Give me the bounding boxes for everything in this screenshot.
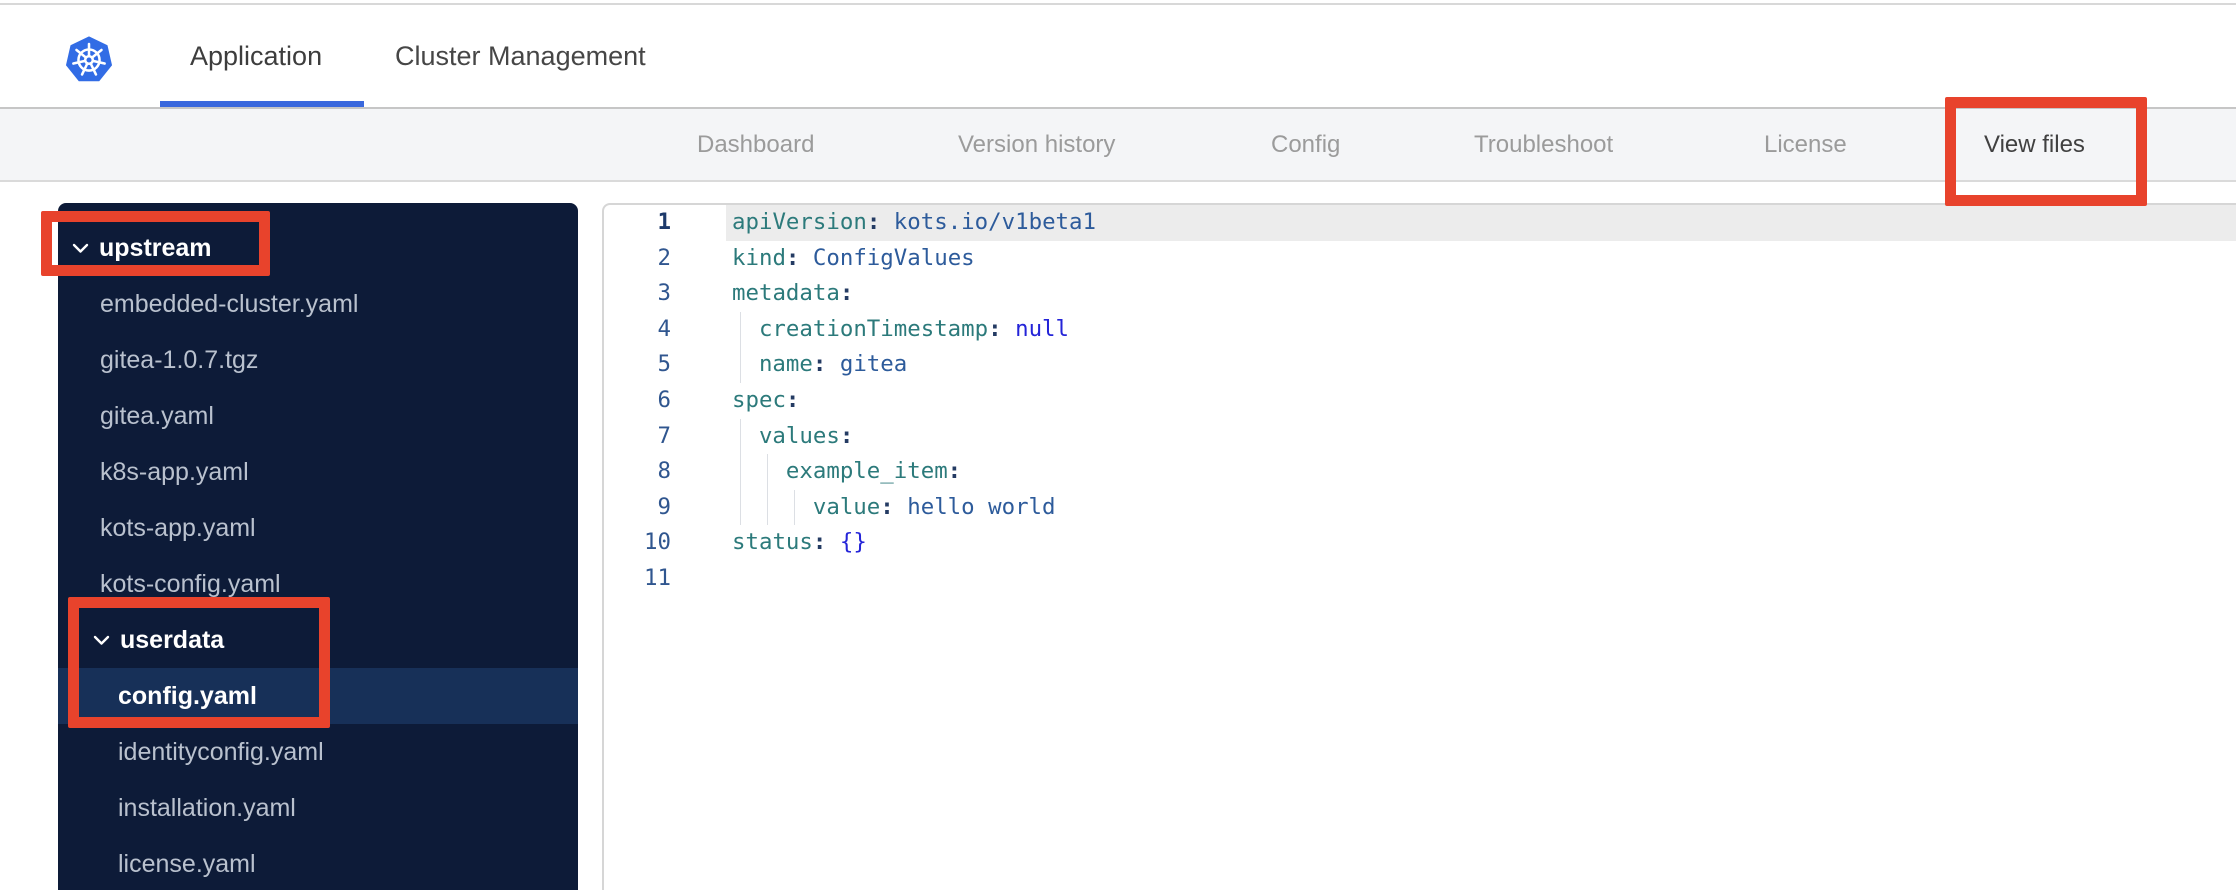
file-tree-item-embedded-cluster-yaml[interactable]: embedded-cluster.yaml	[58, 276, 578, 332]
file-tree-item-kots-config-yaml[interactable]: kots-config.yaml	[58, 556, 578, 612]
line-content: value: hello world	[726, 489, 2236, 526]
tab-troubleshoot[interactable]: Troubleshoot	[1474, 109, 1613, 180]
file-label: k8s-app.yaml	[100, 457, 249, 486]
line-number: 10	[644, 529, 671, 556]
file-label: embedded-cluster.yaml	[100, 289, 359, 318]
line-content: metadata:	[732, 280, 854, 307]
active-topbar-tab-underline	[160, 101, 364, 107]
tab-license[interactable]: License	[1764, 109, 1847, 180]
file-tree-item-installation-yaml[interactable]: installation.yaml	[58, 780, 578, 836]
file-label: kots-app.yaml	[100, 513, 256, 542]
file-tree-folder-userdata[interactable]: userdata	[58, 612, 578, 668]
file-tree-folder-upstream[interactable]: upstream	[58, 220, 578, 276]
line-number: 9	[657, 493, 671, 520]
file-label: gitea.yaml	[100, 401, 214, 430]
line-number: 5	[657, 351, 671, 378]
indent-guide	[759, 454, 786, 490]
indent-guide	[732, 311, 759, 348]
indent-guide	[732, 454, 759, 490]
line-content: status: {}	[732, 529, 867, 556]
folder-label: upstream	[99, 233, 212, 262]
line-content: creationTimestamp: null	[726, 311, 2236, 348]
file-tree-item-gitea-yaml[interactable]: gitea.yaml	[58, 388, 578, 444]
line-content	[726, 561, 2236, 597]
topbar-tab-application[interactable]: Application	[190, 5, 322, 107]
code-line-6: 6 spec:	[604, 383, 2236, 419]
file-label: config.yaml	[118, 681, 257, 710]
file-tree-item-gitea-1-0-7-tgz[interactable]: gitea-1.0.7.tgz	[58, 332, 578, 388]
tab-view-files[interactable]: View files	[1984, 109, 2085, 180]
code-line-3: 3 metadata:	[604, 276, 2236, 312]
tab-version-history[interactable]: Version history	[958, 109, 1115, 180]
indent-guide	[732, 347, 759, 383]
file-tree-sidebar[interactable]: upstream embedded-cluster.yaml gitea-1.0.7…	[58, 203, 578, 890]
line-number: 2	[657, 244, 671, 271]
topbar-tab-cluster-management[interactable]: Cluster Management	[395, 5, 646, 107]
code-line-10: 10 status: {}	[604, 525, 2236, 561]
code-line-4: 4 creationTimestamp: null	[604, 311, 2236, 348]
file-tree-item-license-yaml[interactable]: license.yaml	[58, 836, 578, 890]
line-number: 4	[657, 315, 671, 342]
file-tree-item-k8s-app-yaml[interactable]: k8s-app.yaml	[58, 444, 578, 500]
yaml-file-viewer[interactable]: 1 apiVersion: kots.io/v1beta1 2 kind: Confi…	[602, 203, 2236, 890]
code-line-9: 9 value: hello world	[604, 489, 2236, 526]
file-tree-item-identityconfig-yaml[interactable]: identityconfig.yaml	[58, 724, 578, 780]
tab-config[interactable]: Config	[1271, 109, 1340, 180]
file-label: kots-config.yaml	[100, 569, 281, 598]
app-nav-bar: Dashboard Version history Config Troublesho…	[0, 109, 2236, 292]
line-number: 8	[657, 458, 671, 485]
line-number: 6	[657, 386, 671, 413]
file-label: identityconfig.yaml	[118, 737, 324, 766]
line-number: 7	[657, 422, 671, 449]
file-label: installation.yaml	[118, 793, 296, 822]
file-label: license.yaml	[118, 849, 256, 878]
code-line-7: 7 values:	[604, 418, 2236, 455]
file-label: gitea-1.0.7.tgz	[100, 345, 259, 374]
code-line-2: 2 kind: ConfigValues	[604, 241, 2236, 277]
line-number: 1	[657, 209, 671, 235]
chevron-down-icon	[93, 635, 110, 645]
indent-guide	[759, 489, 786, 526]
line-content: example_item:	[726, 454, 2236, 490]
line-content: kind: ConfigValues	[732, 244, 975, 271]
line-number: 3	[657, 280, 671, 307]
line-content: spec:	[732, 386, 800, 413]
code-line-8: 8 example_item:	[604, 454, 2236, 490]
code-line-1: 1 apiVersion: kots.io/v1beta1	[604, 205, 2236, 241]
code-line-5: 5 name: gitea	[604, 347, 2236, 383]
line-content: values:	[726, 418, 2236, 455]
folder-label: userdata	[120, 625, 225, 654]
indent-guide	[732, 489, 759, 526]
top-bar: Application Cluster Management	[0, 5, 2236, 109]
line-content: name: gitea	[726, 347, 2236, 383]
indent-guide	[732, 418, 759, 455]
file-tree-item-kots-app-yaml[interactable]: kots-app.yaml	[58, 500, 578, 556]
file-tree-item-config-yaml[interactable]: config.yaml	[58, 668, 578, 724]
line-number: 11	[644, 564, 671, 591]
code-line-11: 11	[604, 561, 2236, 597]
indent-guide	[786, 489, 813, 526]
line-content: apiVersion: kots.io/v1beta1	[726, 205, 2236, 241]
tab-dashboard[interactable]: Dashboard	[697, 109, 814, 180]
chevron-down-icon	[72, 243, 89, 253]
kubernetes-logo-icon	[65, 36, 113, 82]
